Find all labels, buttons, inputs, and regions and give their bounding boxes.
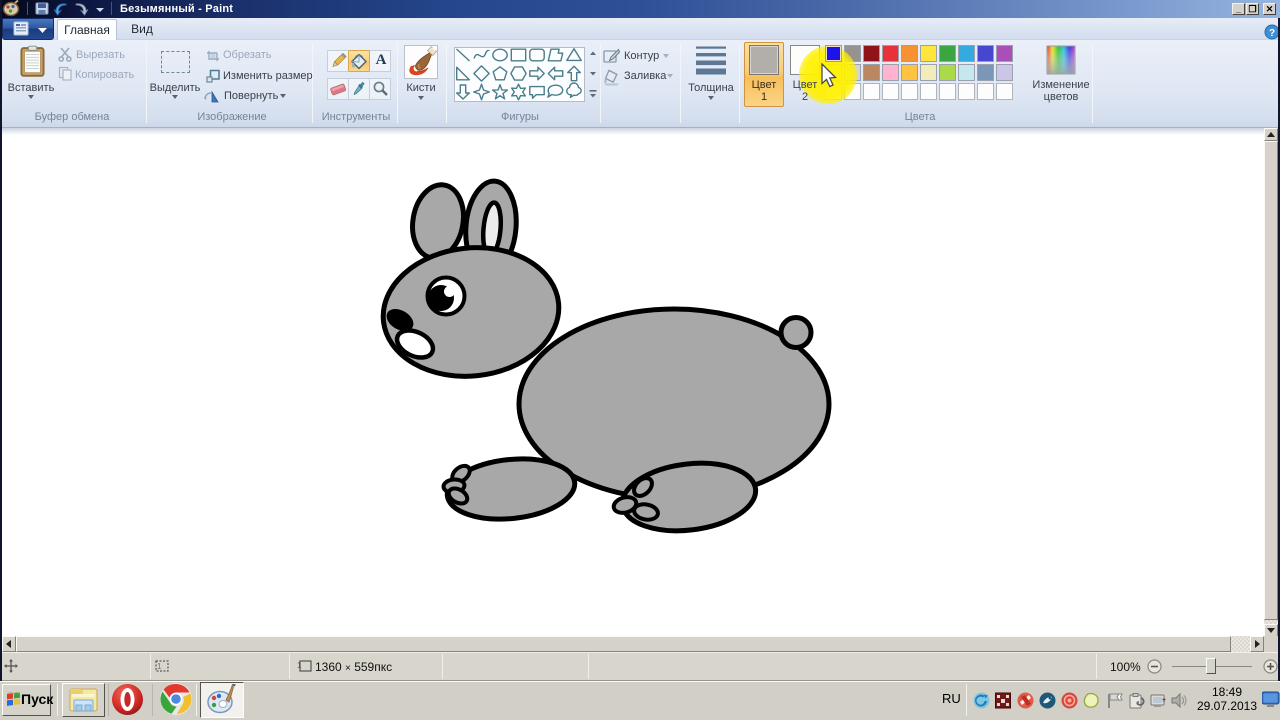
svg-text:1: 1 <box>157 662 162 671</box>
svg-text:1: 1 <box>297 661 302 670</box>
svg-text:?: ? <box>1269 28 1275 39</box>
